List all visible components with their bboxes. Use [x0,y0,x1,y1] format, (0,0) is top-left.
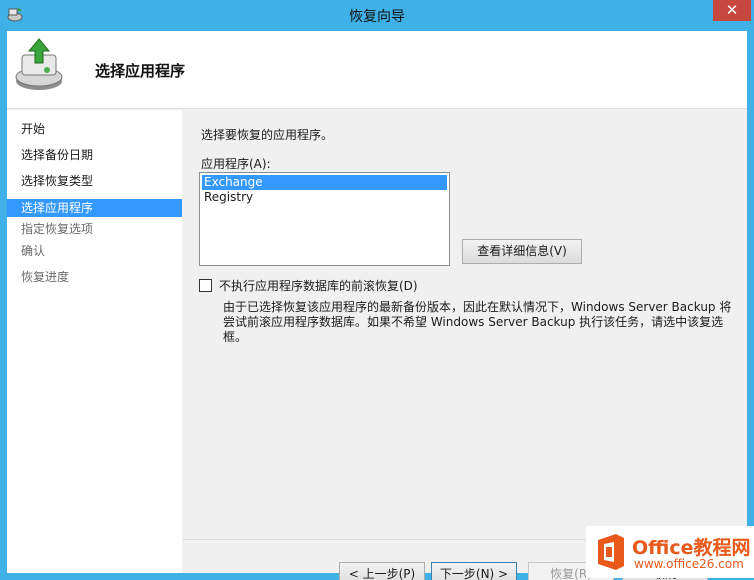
no-rollforward-checkbox[interactable] [199,279,212,292]
wizard-steps-nav: 开始 选择备份日期 选择恢复类型 选择应用程序 指定恢复选项 确认 恢复进度 [7,110,182,573]
instruction-text: 选择要恢复的应用程序。 [201,128,334,142]
applications-listbox[interactable]: Exchange Registry [199,172,450,266]
site-watermark: Office教程网 www.office26.com [586,526,754,578]
nav-step-recovery-options: 指定恢复选项 [21,222,94,236]
restore-wizard-window: 恢复向导 ✕ 选择应用程序 开始 选择备份日期 选择恢复类型 选择应用程序 指定… [0,0,754,580]
nav-step-progress: 恢复进度 [21,270,70,284]
applications-label: 应用程序(A): [201,157,271,171]
nav-step-confirm: 确认 [21,244,46,258]
nav-step-select-date[interactable]: 选择备份日期 [7,146,182,164]
backup-restore-icon [15,38,63,90]
client-area: 选择应用程序 开始 选择备份日期 选择恢复类型 选择应用程序 指定恢复选项 确认… [7,31,747,580]
nav-step-start[interactable]: 开始 [7,120,182,138]
close-button[interactable]: ✕ [713,0,751,21]
nav-step-select-app[interactable]: 选择应用程序 [7,199,182,217]
page-title: 选择应用程序 [95,62,186,80]
wizard-content: 选择要恢复的应用程序。 应用程序(A): Exchange Registry 查… [183,110,747,580]
watermark-title: Office教程网 [632,537,751,559]
list-item-exchange[interactable]: Exchange [202,175,447,190]
list-item-registry[interactable]: Registry [202,190,447,205]
watermark-url: www.office26.com [634,557,744,571]
nav-step-recovery-type[interactable]: 选择恢复类型 [7,172,182,190]
view-details-button[interactable]: 查看详细信息(V) [462,239,582,264]
rollforward-description: 由于已选择恢复该应用程序的最新备份版本，因此在默认情况下，Windows Ser… [223,300,732,344]
back-button[interactable]: < 上一步(P) [339,562,425,580]
office-logo-icon [598,534,624,570]
wizard-header: 选择应用程序 [7,31,747,109]
window-title: 恢复向导 [349,9,405,25]
next-button[interactable]: 下一步(N) > [431,562,517,580]
title-bar[interactable]: 恢复向导 ✕ [0,0,754,30]
no-rollforward-label[interactable]: 不执行应用程序数据库的前滚恢复(D) [219,277,418,294]
